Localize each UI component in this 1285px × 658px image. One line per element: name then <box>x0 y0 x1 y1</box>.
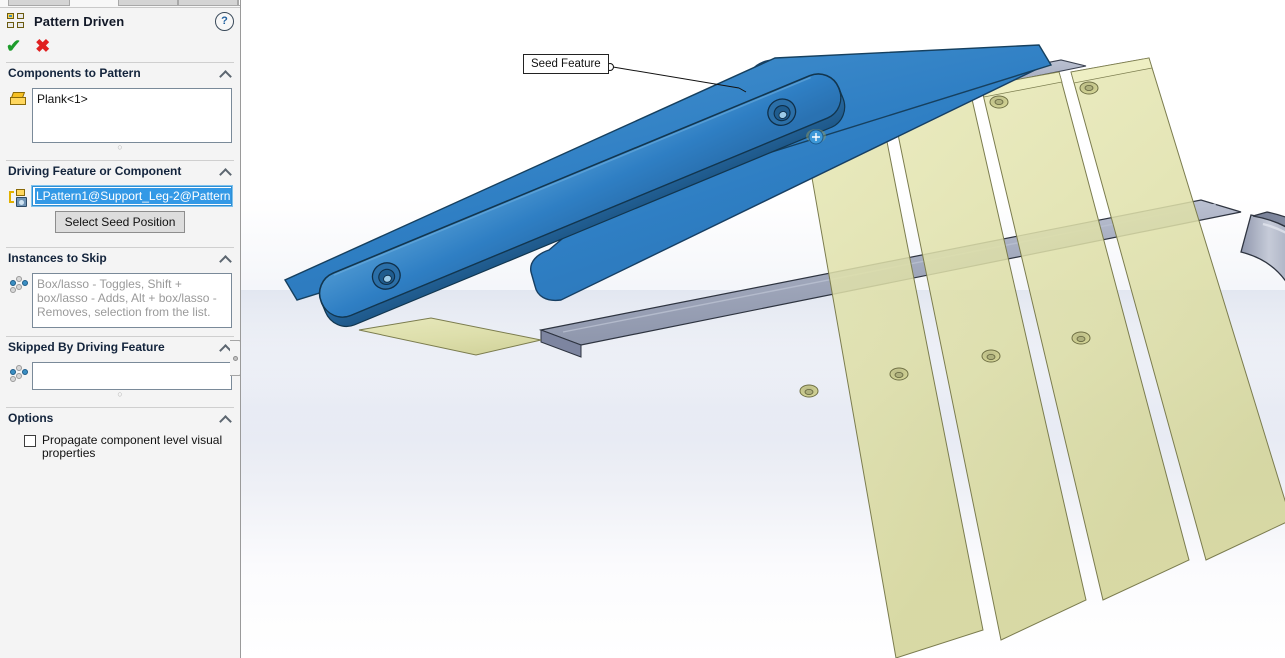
confirm-button[interactable]: ✔ <box>6 37 21 55</box>
instances-to-skip-icon <box>9 276 29 293</box>
assembly-3d-model <box>241 44 1285 658</box>
instances-to-skip-icon-slot <box>6 273 32 293</box>
seed-feature-callout[interactable]: Seed Feature <box>523 54 609 74</box>
components-selection-row: Plank<1> <box>0 86 240 143</box>
panel-tab-0[interactable] <box>8 0 70 6</box>
section-header-options[interactable]: Options <box>0 408 240 428</box>
property-manager-title-bar: Pattern Driven ? <box>0 8 240 34</box>
solidworks-window: Pattern Driven ? ✔ ✖ Components to Patte… <box>0 0 1285 658</box>
section-header-instances-to-skip[interactable]: Instances to Skip <box>0 248 240 268</box>
instances-to-skip-field[interactable]: Box/lasso - Toggles, Shift + box/lasso -… <box>32 273 232 328</box>
section-header-skipped-by-driving-feature[interactable]: Skipped By Driving Feature <box>0 337 240 357</box>
section-label: Driving Feature or Component <box>8 164 182 178</box>
skipped-by-driving-feature-row <box>0 360 240 390</box>
page-title: Pattern Driven <box>34 13 125 29</box>
propagate-visual-properties-row: Propagate component level visual propert… <box>0 431 240 460</box>
section-label: Components to Pattern <box>8 66 141 80</box>
driving-feature-icon-slot <box>6 186 32 207</box>
pattern-driven-icon <box>7 13 26 29</box>
driving-feature-field[interactable]: LPattern1@Support_Leg-2@Pattern <box>31 185 233 207</box>
splitter-grip-dot <box>232 355 238 361</box>
propagate-visual-properties-checkbox[interactable] <box>24 435 36 447</box>
component-icon-slot <box>6 88 32 107</box>
driving-feature-row: LPattern1@Support_Leg-2@Pattern <box>0 184 240 207</box>
instances-to-skip-icon <box>9 365 29 382</box>
resize-grip-components[interactable]: ○ <box>0 143 240 152</box>
cancel-button[interactable]: ✖ <box>35 37 50 55</box>
section-body-instances-to-skip: Box/lasso - Toggles, Shift + box/lasso -… <box>0 268 240 332</box>
graphics-viewport[interactable]: Seed Feature <box>241 0 1285 658</box>
skipped-icon-slot <box>6 362 32 382</box>
section-header-components-to-pattern[interactable]: Components to Pattern <box>0 63 240 83</box>
instances-to-skip-row: Box/lasso - Toggles, Shift + box/lasso -… <box>0 271 240 328</box>
section-body-skipped-by-driving-feature: ○ <box>0 357 240 403</box>
chevron-up-icon[interactable] <box>221 415 232 422</box>
chevron-up-icon[interactable] <box>221 168 232 175</box>
panel-tab-2[interactable] <box>178 0 238 6</box>
driving-feature-value: LPattern1@Support_Leg-2@Pattern <box>35 188 231 204</box>
section-header-driving-feature[interactable]: Driving Feature or Component <box>0 161 240 181</box>
panel-splitter-handle[interactable] <box>230 340 240 376</box>
section-body-options: Propagate component level visual propert… <box>0 428 240 464</box>
component-icon <box>10 91 28 107</box>
select-seed-position-button[interactable]: Select Seed Position <box>54 211 186 233</box>
skipped-by-driving-feature-field[interactable] <box>32 362 232 390</box>
help-icon[interactable]: ? <box>215 11 234 31</box>
panel-tab-strip <box>0 0 240 8</box>
chevron-up-icon[interactable] <box>221 70 232 77</box>
property-manager-actions: ✔ ✖ <box>0 34 240 58</box>
resize-grip-skipped[interactable]: ○ <box>0 390 240 399</box>
property-manager-panel: Pattern Driven ? ✔ ✖ Components to Patte… <box>0 0 241 658</box>
section-label: Instances to Skip <box>8 251 107 265</box>
section-body-driving-feature: LPattern1@Support_Leg-2@Pattern Select S… <box>0 181 240 243</box>
panel-tab-1[interactable] <box>118 0 178 6</box>
propagate-visual-properties-label: Propagate component level visual propert… <box>42 433 223 460</box>
components-to-pattern-field[interactable]: Plank<1> <box>32 88 232 143</box>
section-label: Skipped By Driving Feature <box>8 340 165 354</box>
driving-feature-icon <box>9 189 29 207</box>
section-body-components-to-pattern: Plank<1> ○ <box>0 83 240 156</box>
select-seed-position-row: Select Seed Position <box>0 207 240 239</box>
section-label: Options <box>8 411 54 425</box>
chevron-up-icon[interactable] <box>221 255 232 262</box>
